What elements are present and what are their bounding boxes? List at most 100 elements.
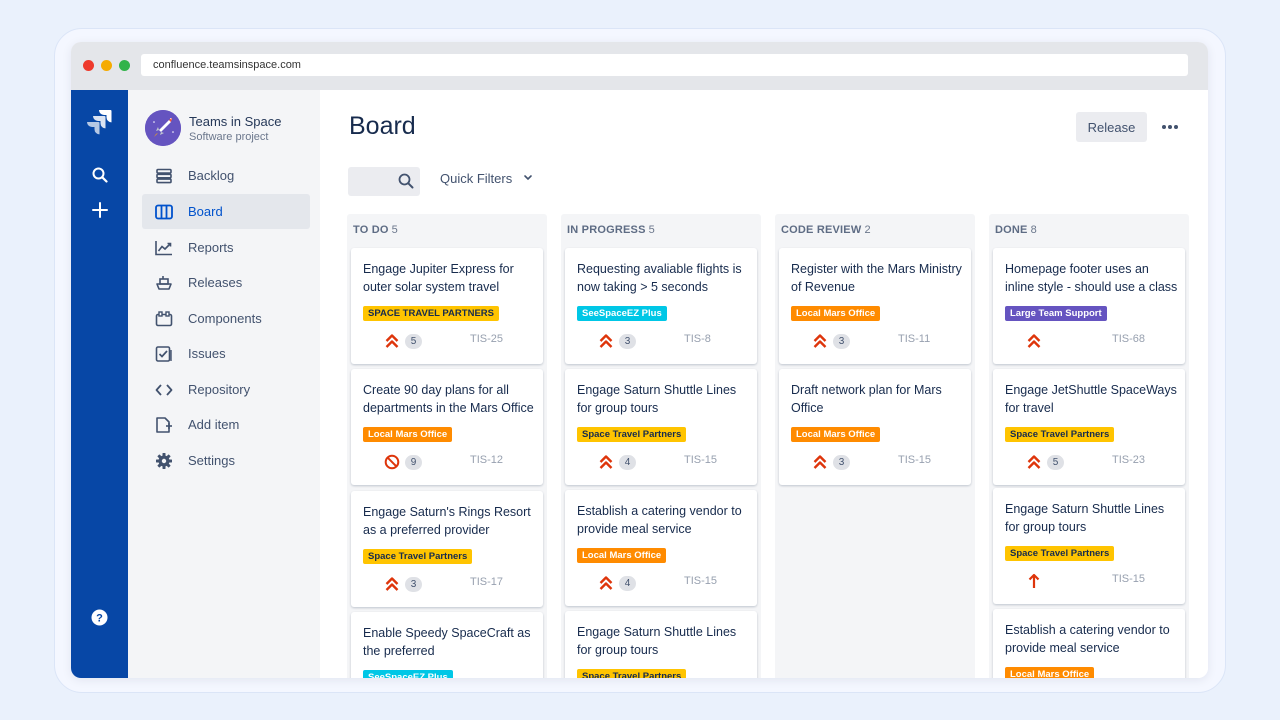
- epic-label: Local Mars Office: [791, 306, 881, 321]
- search-icon[interactable]: [71, 165, 128, 185]
- highest-priority-icon: [812, 454, 828, 470]
- issue-key[interactable]: TIS-15: [684, 575, 717, 587]
- issue-key[interactable]: TIS-17: [470, 576, 503, 588]
- column-count: 5: [391, 224, 398, 236]
- epic-label: SPACE TRAVEL PARTNERS: [363, 306, 499, 321]
- sidebar-item-issues[interactable]: Issues: [142, 336, 310, 371]
- issue-key[interactable]: TIS-68: [1112, 333, 1145, 345]
- epic-label: Local Mars Office: [1005, 667, 1095, 678]
- issue-title: Requesting avaliable flights is now taki…: [577, 262, 742, 294]
- highest-priority-icon: [384, 333, 400, 349]
- sidebar-item-releases[interactable]: Releases: [142, 265, 310, 300]
- column-title: TO DO: [353, 224, 389, 236]
- sidebar-item-label: Reports: [188, 240, 234, 255]
- settings-icon: [154, 451, 174, 471]
- issue-title: Engage Saturn Shuttle Lines for group to…: [577, 625, 737, 657]
- issue-card[interactable]: Engage Jupiter Express for outer solar s…: [351, 248, 543, 364]
- story-points-badge: 3: [833, 455, 850, 470]
- issue-key[interactable]: TIS-8: [684, 333, 711, 345]
- highest-priority-icon: [1026, 333, 1042, 349]
- sidebar-item-label: Releases: [188, 275, 243, 290]
- issue-card[interactable]: Engage Saturn Shuttle Lines for group to…: [993, 488, 1185, 604]
- quick-filters-dropdown[interactable]: Quick Filters: [440, 171, 534, 186]
- issue-card[interactable]: Homepage footer uses an inline style - s…: [993, 248, 1185, 364]
- sidebar-item-label: Components: [188, 311, 262, 326]
- issue-card[interactable]: Engage JetShuttle SpaceWays for travel Sp…: [993, 369, 1185, 485]
- project-sidebar: Teams in Space Software project Backlog …: [128, 90, 320, 678]
- create-icon[interactable]: [71, 200, 128, 220]
- backlog-icon: [154, 166, 174, 186]
- sidebar-item-backlog[interactable]: Backlog: [142, 158, 310, 193]
- sidebar-item-label: Backlog: [188, 168, 235, 183]
- issue-key[interactable]: TIS-12: [470, 454, 503, 466]
- issue-key[interactable]: TIS-15: [898, 454, 931, 466]
- board-search-input[interactable]: [348, 167, 420, 196]
- jira-logo-icon[interactable]: [71, 107, 128, 137]
- issue-key[interactable]: TIS-15: [684, 454, 717, 466]
- project-name: Teams in Space: [189, 113, 282, 129]
- release-button[interactable]: Release: [1076, 112, 1147, 142]
- column-count: 8: [1030, 224, 1037, 236]
- browser-window: confluence.teamsinspace.com ? Teams in S…: [71, 42, 1208, 678]
- sidebar-item-label: Repository: [188, 382, 251, 397]
- issues-icon: [154, 344, 174, 364]
- issue-card[interactable]: Establish a catering vendor to provide m…: [993, 609, 1185, 678]
- issue-key[interactable]: TIS-11: [898, 333, 930, 345]
- issue-card[interactable]: Establish a catering vendor to provide m…: [565, 490, 757, 606]
- sidebar-item-components[interactable]: Components: [142, 301, 310, 336]
- sidebar-item-repository[interactable]: Repository: [142, 372, 310, 407]
- issue-title: Register with the Mars Ministry of Reven…: [791, 262, 962, 294]
- issue-card[interactable]: Engage Saturn's Rings Resort as a prefer…: [351, 491, 543, 607]
- highest-priority-icon: [598, 575, 614, 591]
- sidebar-item-reports[interactable]: Reports: [142, 230, 310, 265]
- issue-card[interactable]: Engage Saturn Shuttle Lines for group to…: [565, 611, 757, 678]
- column-header: CODE REVIEW 2: [781, 224, 871, 236]
- issue-card[interactable]: Engage Saturn Shuttle Lines for group to…: [565, 369, 757, 485]
- issue-title: Enable Speedy SpaceCraft as the preferre…: [363, 626, 531, 658]
- sidebar-item-add-item[interactable]: Add item: [142, 407, 310, 442]
- sidebar-item-board[interactable]: Board: [142, 194, 310, 229]
- issue-card[interactable]: Enable Speedy SpaceCraft as the preferre…: [351, 612, 543, 678]
- epic-label: Space Travel Partners: [1005, 546, 1115, 561]
- minimize-window-button[interactable]: [101, 60, 112, 71]
- issue-card[interactable]: Register with the Mars Ministry of Reven…: [779, 248, 971, 364]
- help-icon[interactable]: ?: [71, 607, 128, 627]
- story-points-badge: 3: [833, 334, 850, 349]
- column-header: IN PROGRESS 5: [567, 224, 655, 236]
- issue-key[interactable]: TIS-15: [1112, 573, 1145, 585]
- issue-card[interactable]: Create 90 day plans for all departments …: [351, 369, 543, 485]
- epic-label: Space Travel Partners: [363, 549, 473, 564]
- issue-card[interactable]: Requesting avaliable flights is now taki…: [565, 248, 757, 364]
- story-points-badge: 9: [405, 455, 422, 470]
- sidebar-item-label: Issues: [188, 346, 226, 361]
- column-title: DONE: [995, 224, 1028, 236]
- project-type: Software project: [189, 130, 269, 143]
- story-points-badge: 4: [619, 455, 636, 470]
- sidebar-item-settings[interactable]: Settings: [142, 443, 310, 478]
- components-icon: [154, 309, 174, 329]
- issue-key[interactable]: TIS-23: [1112, 454, 1145, 466]
- issue-title: Draft network plan for Mars Office: [791, 383, 942, 415]
- maximize-window-button[interactable]: [119, 60, 130, 71]
- issue-key[interactable]: TIS-25: [470, 333, 503, 345]
- issue-card[interactable]: Draft network plan for Mars Office Local …: [779, 369, 971, 485]
- column-count: 2: [864, 224, 871, 236]
- board-column: TO DO 5 Engage Jupiter Express for outer s…: [347, 214, 547, 678]
- more-actions-button[interactable]: [1160, 112, 1180, 142]
- epic-label: Local Mars Office: [791, 427, 881, 442]
- project-avatar: [145, 110, 181, 146]
- more-icon: [1162, 125, 1178, 129]
- rocket-icon: [145, 110, 181, 146]
- highest-priority-icon: [598, 454, 614, 470]
- sidebar-item-label: Add item: [188, 417, 240, 432]
- column-header: TO DO 5: [353, 224, 398, 236]
- epic-label: Large Team Support: [1005, 306, 1107, 321]
- board-main: Board Release Quick Filters TO DO 5 Engage…: [320, 90, 1208, 678]
- address-bar[interactable]: confluence.teamsinspace.com: [141, 54, 1188, 76]
- quick-filters-label: Quick Filters: [440, 171, 513, 186]
- project-header[interactable]: Teams in Space Software project: [145, 110, 282, 146]
- board-column: CODE REVIEW 2 Register with the Mars Minis…: [775, 214, 975, 678]
- issue-title: Homepage footer uses an inline style - s…: [1005, 262, 1178, 294]
- releases-icon: [154, 273, 174, 293]
- close-window-button[interactable]: [83, 60, 94, 71]
